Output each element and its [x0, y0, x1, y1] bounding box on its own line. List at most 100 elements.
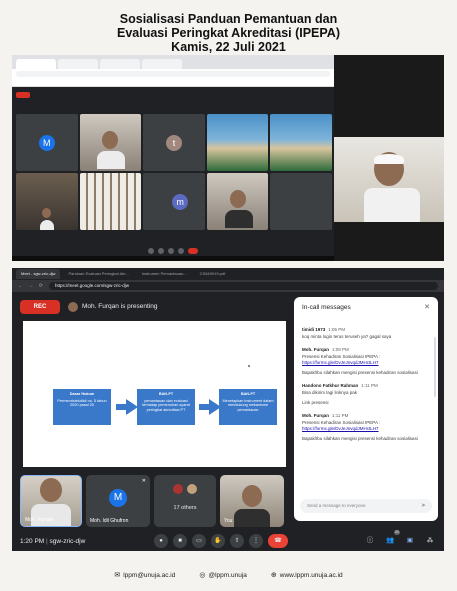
meet-control-bar: 1:20 PM | sgw-zric-djw ● ■ ▭ ✋ ⇧ ⋮ ☎ ⓘ 👥…	[12, 530, 444, 551]
gallery-tab-strip	[12, 55, 334, 69]
people-icon[interactable]: 👥 21	[384, 530, 400, 548]
chat-input[interactable]: Send a message to everyone ➤	[300, 499, 432, 513]
meeting-time: 1:20 PM	[20, 537, 45, 545]
meeting-time-code: 1:20 PM | sgw-zric-djw	[20, 537, 86, 545]
chat-input-placeholder: Send a message to everyone	[307, 503, 366, 508]
nav-arrows-icon[interactable]: ← → ⟳	[18, 283, 45, 289]
slide-box-text: pemantauan dan evaluasi terhadap pemenuh…	[142, 398, 190, 412]
activities-icon[interactable]: ⁂	[424, 534, 436, 548]
footer-website-text: www.lppm.unuja.ac.id	[279, 571, 343, 579]
participant-tile-ghufron[interactable]: ✕ M Moh. Idil Ghufron	[86, 475, 150, 527]
mic-off-icon: ✕	[141, 478, 146, 484]
chat-title: In-call messages	[302, 304, 351, 311]
hand-icon[interactable]: ✋	[211, 534, 225, 548]
camera-icon[interactable]: ■	[173, 534, 187, 548]
slide-box-title: Dasar Hukum	[69, 392, 95, 396]
camera-icon[interactable]	[158, 248, 164, 254]
gallery-tile[interactable]	[16, 173, 78, 230]
gallery-tile[interactable]	[206, 114, 269, 171]
gallery-tab[interactable]	[142, 59, 182, 69]
gallery-tab[interactable]	[16, 59, 56, 69]
mail-icon: ✉	[114, 572, 121, 579]
browser-tab[interactable]: Panduan Evaluasi Peringkat Akr...	[63, 269, 134, 279]
webcam-photo	[334, 137, 444, 222]
end-call-icon[interactable]	[188, 248, 198, 254]
message-text: Bapak/Ibu silahkan mengisi presensi keha…	[302, 370, 418, 375]
slide-box-title: BAN-PT	[158, 392, 174, 396]
gallery-tile[interactable]: m	[143, 173, 205, 230]
present-icon[interactable]: ⇧	[230, 534, 244, 548]
participant-tile-you[interactable]: You	[220, 475, 284, 527]
captions-icon[interactable]: ▭	[192, 534, 206, 548]
gallery-grid: M t m	[16, 114, 332, 230]
message-sender: timidi 1973	[302, 327, 326, 332]
date-line: Kamis, 22 Juli 2021	[171, 40, 286, 54]
slide-cursor	[248, 365, 250, 367]
message-time: 1:11 PM	[361, 383, 378, 388]
chat-message: Moh. Furqan 1:11 PM Presensi Kehadiran So…	[302, 413, 432, 442]
gallery-url-field[interactable]	[16, 71, 330, 77]
message-text: koq minta login terus teruseh ya? gagal …	[302, 334, 392, 339]
gallery-tile[interactable]	[206, 173, 269, 230]
gallery-tile[interactable]: t	[143, 114, 205, 171]
gallery-tile[interactable]: M	[16, 114, 78, 171]
presenter-avatar	[68, 302, 78, 312]
call-controls: ● ■ ▭ ✋ ⇧ ⋮ ☎	[154, 534, 288, 548]
message-sender: Handono Fatkhur Rahman	[302, 383, 359, 388]
chat-icon[interactable]: ▣	[404, 534, 416, 548]
others-avatars	[172, 483, 198, 495]
mic-icon[interactable]: ●	[154, 534, 168, 548]
captions-icon[interactable]	[168, 248, 174, 254]
footer-email-text: lppm@unuja.ac.id	[123, 571, 176, 579]
participant-video	[224, 190, 253, 230]
participant-video	[39, 208, 54, 230]
slide-box-text: Permenristekdikti no. 5 tahun 2020 pasal…	[57, 398, 107, 408]
participant-video	[234, 485, 270, 527]
participant-tile-furqan[interactable]: Moh. Furqan	[20, 475, 82, 527]
gallery-tile[interactable]	[270, 173, 332, 230]
browser-tab[interactable]: Meet - sgw-zric-djw	[16, 269, 61, 279]
presenting-banner: Moh. Furqan is presenting	[68, 300, 158, 314]
message-sender: Moh. Furqan	[302, 347, 329, 352]
gallery-tab[interactable]	[58, 59, 98, 69]
gallery-tile[interactable]	[79, 114, 142, 171]
close-icon[interactable]: ✕	[424, 303, 430, 311]
mic-icon[interactable]	[148, 248, 154, 254]
browser-tab[interactable]: Instrumen Pemantauan...	[136, 269, 192, 279]
presenting-text: Moh. Furqan is presenting	[82, 303, 158, 310]
chat-message: Moh. Furqan 1:09 PM Presensi Kehadiran So…	[302, 347, 432, 376]
participant-tile-others[interactable]: 17 others	[154, 475, 216, 527]
send-icon[interactable]: ➤	[421, 499, 426, 513]
chat-scrollbar[interactable]	[434, 337, 436, 397]
end-call-icon[interactable]: ☎	[268, 534, 288, 548]
slide-box-dasar-hukum: Dasar Hukum Permenristekdikti no. 5 tahun…	[53, 389, 111, 425]
gallery-rec-badge	[16, 92, 30, 98]
browser-tab[interactable]: CS649919.pdf	[194, 269, 231, 279]
meeting-code: sgw-zric-djw	[49, 537, 86, 545]
message-sender: Moh. Furqan	[302, 413, 329, 418]
shared-slide: Dasar Hukum Permenristekdikti no. 5 tahun…	[23, 321, 286, 467]
slide-box-title: BAN-PT	[240, 392, 256, 396]
meet-screenshot: Meet - sgw-zric-djw Panduan Evaluasi Per…	[12, 268, 444, 551]
more-icon[interactable]: ⋮	[249, 534, 263, 548]
meeting-tools: ⓘ 👥 21 ▣ ⁂	[364, 530, 436, 548]
gallery-tab[interactable]	[100, 59, 140, 69]
present-icon[interactable]	[178, 248, 184, 254]
gallery-address-bar	[12, 69, 334, 79]
gallery-tile[interactable]	[79, 173, 142, 230]
info-icon[interactable]: ⓘ	[364, 534, 376, 548]
slide-box-text: Menetapkan instrument dalam mendukung me…	[222, 398, 274, 412]
participant-name: Moh. Furqan	[25, 517, 54, 523]
rec-badge: REC	[20, 300, 60, 314]
message-text: Bapak/Ibu silahkan mengisi presensi keha…	[302, 436, 418, 441]
avatar: m	[172, 193, 189, 210]
message-text: Link presensi	[302, 400, 329, 405]
url-field[interactable]: https://meet.google.com/sgw-zric-djw	[48, 282, 438, 290]
gallery-tile[interactable]	[270, 114, 332, 171]
message-time: 1:09 PM	[332, 347, 349, 352]
gallery-browser-window: M t m	[12, 55, 334, 261]
participant-count-badge: 21	[394, 530, 400, 535]
globe-icon: ⊕	[270, 572, 277, 579]
poster-header: Sosialisasi Panduan Pemantuan dan Evalua…	[0, 12, 457, 54]
cap	[374, 154, 404, 164]
